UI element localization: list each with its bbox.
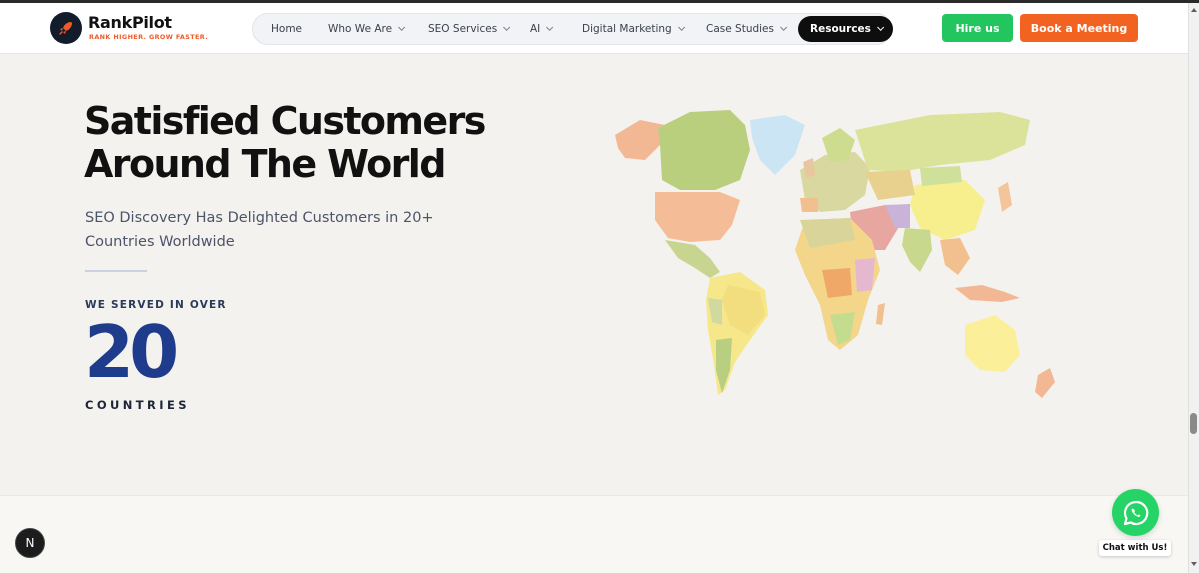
- country-count: 20: [84, 310, 179, 394]
- map-region-madagascar: [876, 303, 885, 325]
- map-region-mexico: [665, 240, 720, 278]
- map-region-southeast-asia: [940, 238, 970, 275]
- brand-name[interactable]: RankPilot: [88, 13, 172, 32]
- chevron-down-icon: [877, 23, 885, 31]
- scrollbar-thumb[interactable]: [1190, 413, 1197, 434]
- hero-headline: Satisfied Customers Around The World: [84, 100, 504, 186]
- nav-item-resources[interactable]: Resources: [798, 16, 893, 42]
- map-region-australia: [965, 315, 1020, 372]
- page-scrollbar[interactable]: [1188, 3, 1199, 573]
- next-section: [0, 495, 1188, 573]
- chevron-down-icon: [503, 23, 511, 31]
- nav-item-digital-marketing[interactable]: Digital Marketing: [582, 14, 685, 44]
- scroll-up-arrow-icon[interactable]: [1191, 8, 1197, 12]
- logo-badge[interactable]: [50, 12, 82, 44]
- map-region-new-zealand: [1035, 368, 1055, 398]
- rocket-icon: [59, 22, 72, 35]
- book-meeting-button[interactable]: Book a Meeting: [1020, 14, 1138, 42]
- nav-item-home[interactable]: Home: [271, 14, 302, 44]
- n-badge-button[interactable]: N: [15, 528, 45, 558]
- headline-line-2: Around The World: [84, 142, 446, 186]
- map-region-canada: [658, 110, 750, 190]
- hire-us-button[interactable]: Hire us: [942, 14, 1013, 42]
- nav-item-who-we-are[interactable]: Who We Are: [328, 14, 406, 44]
- nav-label: Digital Marketing: [582, 23, 672, 35]
- nav-label: Home: [271, 23, 303, 35]
- chat-with-us-label[interactable]: Chat with Us!: [1099, 540, 1171, 556]
- map-region-kazakhstan: [865, 170, 915, 200]
- nav-label: Who We Are: [328, 23, 393, 35]
- main-nav: Home Who We Are SEO Services AI Digital …: [252, 13, 893, 45]
- nav-item-case-studies[interactable]: Case Studies: [706, 14, 788, 44]
- map-region-india: [902, 228, 932, 272]
- chevron-down-icon: [677, 23, 685, 31]
- whatsapp-chat-button[interactable]: [1112, 489, 1159, 536]
- map-region-russia: [855, 112, 1030, 172]
- map-region-japan: [998, 182, 1012, 212]
- hero-divider: [85, 270, 147, 272]
- country-count-unit: COUNTRIES: [85, 398, 190, 412]
- hero-subline: SEO Discovery Has Delighted Customers in…: [85, 210, 434, 250]
- scroll-down-arrow-icon[interactable]: [1191, 562, 1197, 566]
- nav-item-seo-services[interactable]: SEO Services: [428, 14, 511, 44]
- brand-tagline: RANK HIGHER. GROW FASTER.: [89, 33, 209, 41]
- map-region-usa: [655, 192, 740, 242]
- chevron-down-icon: [780, 23, 788, 31]
- nav-label: Resources: [810, 23, 871, 35]
- headline-line-1: Satisfied Customers: [84, 99, 486, 143]
- site-header: RankPilot RANK HIGHER. GROW FASTER. Home…: [0, 3, 1188, 54]
- map-region-indonesia: [955, 285, 1020, 302]
- map-region-greenland: [750, 115, 805, 175]
- map-region-east-africa: [855, 258, 875, 292]
- map-region-spain: [800, 198, 818, 212]
- nav-label: Case Studies: [706, 23, 774, 35]
- world-map-illustration: [615, 110, 1055, 398]
- nav-item-ai[interactable]: AI: [530, 14, 554, 44]
- whatsapp-icon: [1123, 500, 1148, 525]
- chevron-down-icon: [398, 23, 406, 31]
- nav-label: AI: [530, 23, 541, 35]
- nav-label: SEO Services: [428, 23, 498, 35]
- chevron-down-icon: [546, 23, 554, 31]
- map-region-alaska: [615, 120, 665, 160]
